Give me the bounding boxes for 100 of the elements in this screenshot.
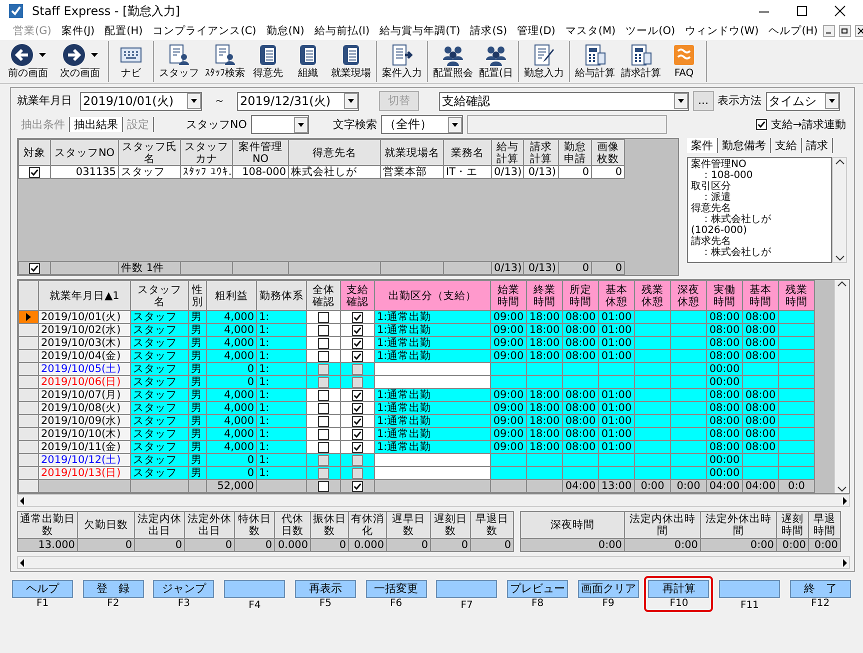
menu-item[interactable]: 案件(J) (56, 24, 100, 38)
column-header[interactable]: 欠勤日数 (78, 512, 134, 538)
toolbar-button[interactable]: 得意先 (248, 41, 288, 82)
checkbox[interactable] (352, 350, 363, 362)
column-header[interactable]: 残業時間 (778, 280, 814, 310)
column-header[interactable]: 実働時間 (706, 280, 742, 310)
column-header[interactable]: 遅刻時間 (776, 512, 808, 538)
menu-item[interactable]: 給与前払(I) (309, 24, 375, 38)
menu-item[interactable]: ウィンドウ(W) (680, 24, 764, 38)
column-header[interactable]: 業務名 (444, 140, 492, 166)
checkbox[interactable] (352, 390, 363, 400)
toolbar-button[interactable]: FAQ (664, 41, 704, 82)
date-dropdown[interactable]: 2019/12/31(火) (237, 92, 359, 110)
menu-item[interactable]: 請求(S) (465, 24, 512, 38)
column-header[interactable]: 終業時間 (526, 280, 562, 310)
column-header[interactable]: 勤務体系 (256, 280, 306, 310)
menu-item[interactable]: ヘルプ(H) (764, 24, 823, 38)
tab[interactable]: 案件 (687, 138, 718, 154)
column-header[interactable]: 有休消化 (348, 512, 386, 538)
checkbox[interactable] (352, 416, 363, 426)
caret-icon[interactable] (294, 116, 308, 132)
checkbox[interactable] (318, 324, 329, 336)
search-field[interactable] (466, 115, 667, 134)
toolbar-button[interactable]: ナビ (111, 41, 151, 82)
checkbox[interactable] (318, 312, 329, 322)
scroll-down-icon[interactable] (834, 254, 844, 262)
function-key-button[interactable]: プレビュー (507, 580, 568, 598)
checkbox[interactable] (352, 480, 363, 492)
checkbox[interactable] (352, 312, 363, 322)
menu-item[interactable]: 給与賞与年調(T) (374, 24, 466, 38)
close-icon[interactable] (854, 25, 863, 37)
checkbox[interactable] (318, 428, 329, 440)
column-header[interactable]: 性別 (188, 280, 206, 310)
vertical-scrollbar[interactable] (832, 157, 847, 264)
column-header[interactable]: 法定外休出時間 (700, 512, 776, 538)
horizontal-scrollbar[interactable] (17, 556, 850, 569)
column-header[interactable]: 通常出勤日数 (18, 512, 78, 538)
checkbox[interactable] (756, 119, 767, 130)
caret-icon[interactable] (38, 51, 46, 59)
scroll-right-icon[interactable] (841, 496, 849, 506)
toolbar-button[interactable]: 請求計算 (618, 41, 664, 82)
column-header[interactable]: 深夜時間 (520, 512, 624, 538)
column-header[interactable]: 給与計算 (492, 140, 524, 166)
menu-item[interactable]: 配置(H) (100, 24, 148, 38)
toolbar-button[interactable]: 配置照会 (430, 41, 476, 82)
caret-icon[interactable] (344, 93, 358, 109)
caret-icon[interactable] (187, 93, 201, 109)
tab[interactable]: 勤怠備考 (718, 138, 771, 154)
column-header[interactable]: 出勤区分（支給） (374, 280, 490, 310)
column-header[interactable]: 法定内休出時間 (624, 512, 700, 538)
scroll-left-icon[interactable] (18, 496, 26, 506)
checkbox[interactable] (352, 454, 363, 466)
toolbar-button[interactable]: 次の画面 (54, 41, 106, 82)
column-header[interactable]: 対象 (18, 140, 50, 166)
tab[interactable]: 請求 (802, 138, 833, 154)
column-header[interactable]: 早退日数 (470, 512, 514, 538)
vertical-scrollbar[interactable] (834, 280, 849, 493)
checkbox[interactable] (318, 454, 329, 466)
checkbox[interactable] (352, 442, 363, 452)
function-key-button[interactable]: 再計算 (648, 580, 710, 598)
date-dropdown[interactable]: 2019/10/01(火) (80, 92, 202, 110)
column-header[interactable]: 得意先名 (288, 140, 380, 166)
column-header[interactable]: 画像枚数 (592, 140, 624, 166)
function-key-button[interactable]: 画面クリア (578, 580, 639, 598)
column-header[interactable]: スタッフ氏名 (118, 140, 180, 166)
checkbox[interactable] (318, 468, 329, 478)
column-header[interactable]: スタッフカナ (180, 140, 232, 166)
function-key-button[interactable]: 一括変更 (366, 580, 427, 598)
column-header[interactable]: 基本時間 (742, 280, 778, 310)
column-header[interactable]: 請求計算 (524, 140, 558, 166)
menu-item[interactable]: マスタ(M) (560, 24, 621, 38)
toolbar-button[interactable]: 配置(日 (476, 41, 516, 82)
scroll-down-icon[interactable] (837, 485, 847, 493)
more-button[interactable]: ... (693, 91, 714, 111)
column-header[interactable]: 始業時間 (490, 280, 526, 310)
column-header[interactable]: 振休日数 (310, 512, 348, 538)
scroll-up-icon[interactable] (834, 158, 844, 166)
staff-number-dropdown[interactable] (250, 115, 309, 134)
column-header[interactable]: 遅刻日数 (430, 512, 470, 538)
function-key-button[interactable]: 登 録 (82, 580, 144, 598)
checkbox[interactable] (318, 480, 329, 492)
toolbar-button[interactable]: 給与計算 (572, 41, 618, 82)
checkbox[interactable] (352, 364, 363, 374)
column-header[interactable]: 案件管理NO (232, 140, 288, 166)
menu-item[interactable]: 勤怠(N) (261, 24, 310, 38)
row-header[interactable] (18, 310, 38, 324)
search-scope-dropdown[interactable]: （全件） (380, 115, 463, 134)
column-header[interactable]: 粗利益 (206, 280, 256, 310)
column-header[interactable]: 勤怠申請 (558, 140, 592, 166)
toolbar-button[interactable]: ｽﾀｯﾌ検索 (202, 41, 248, 82)
menu-item[interactable]: ツール(O) (620, 24, 680, 38)
menu-item[interactable]: コンプライアンス(C) (148, 24, 262, 38)
checkbox[interactable] (352, 324, 363, 336)
column-header[interactable]: 法定外休出日 (184, 512, 234, 538)
toolbar-button[interactable]: 勤怠入力 (521, 41, 567, 82)
checkbox[interactable] (352, 428, 363, 440)
checkbox[interactable] (318, 350, 329, 362)
column-header[interactable]: 就業現場名 (380, 140, 444, 166)
function-key-button[interactable]: 終 了 (790, 580, 851, 598)
checkbox[interactable] (318, 442, 329, 452)
